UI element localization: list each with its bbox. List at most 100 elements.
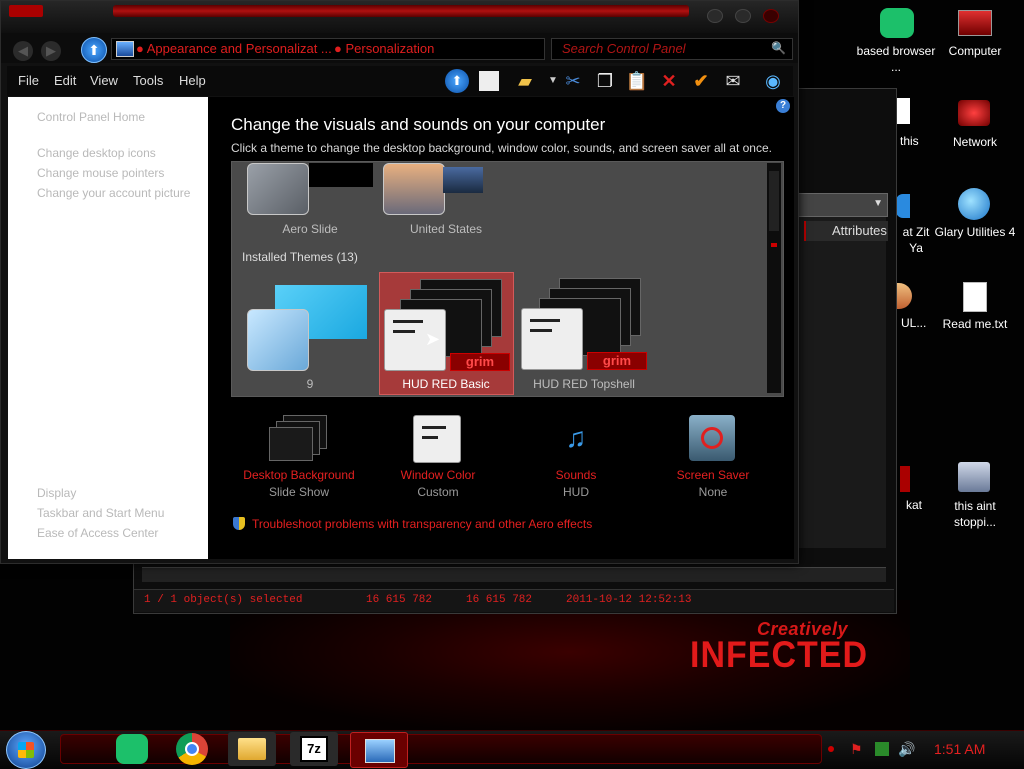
folder-icon[interactable]: ▰ (513, 69, 537, 93)
menu-file[interactable]: File (18, 73, 39, 88)
checkmark-icon[interactable]: ✔ (689, 69, 713, 93)
app-icon[interactable] (896, 194, 910, 218)
link-display[interactable]: Display (37, 486, 76, 500)
volume-icon[interactable]: 🔊 (898, 742, 915, 756)
minimize-button[interactable] (707, 9, 723, 23)
delete-icon[interactable]: ✕ (657, 69, 681, 93)
text-file-icon[interactable] (963, 282, 987, 312)
tray-dot-icon[interactable] (828, 746, 834, 752)
desktop-background-link[interactable]: Desktop Background (229, 468, 369, 482)
link-ease-of-access[interactable]: Ease of Access Center (37, 526, 158, 540)
link-taskbar-start-menu[interactable]: Taskbar and Start Menu (37, 506, 164, 520)
theme-hud-red-topshell[interactable]: grim (519, 278, 649, 378)
network-icon[interactable] (958, 100, 990, 126)
desktop-icon-label[interactable]: this (900, 134, 919, 148)
desktop-icon-label[interactable]: Glary Utilities 4 (932, 224, 1018, 240)
mail-icon[interactable]: ✉ (721, 69, 745, 93)
glary-icon[interactable] (958, 188, 990, 220)
desktop-icon-label[interactable]: this aint stoppi... (932, 498, 1018, 530)
taskbar-7zip[interactable]: 7z (290, 732, 338, 766)
column-header-attributes[interactable]: Attributes (804, 221, 888, 241)
personalization-window[interactable]: ◀ ▶ ⬆ ● Appearance and Personalizat ... … (0, 0, 799, 564)
panes-icon[interactable] (479, 71, 499, 91)
desktop-background-icon[interactable] (269, 415, 327, 461)
taskbar-control-panel[interactable] (350, 732, 408, 768)
title-bar[interactable] (1, 1, 798, 33)
desktop-icon-label[interactable]: Computer (932, 43, 1018, 59)
theme-united-states[interactable] (383, 163, 501, 215)
desktop-icon-label[interactable]: kat (906, 498, 922, 512)
status-size: 16 615 782 (366, 594, 433, 606)
action-center-flag-icon[interactable]: ⚑ (850, 742, 864, 756)
theme-label-aero-slide[interactable]: Aero Slide (245, 222, 375, 236)
link-change-desktop-icons[interactable]: Change desktop icons (37, 146, 156, 160)
theme-9[interactable] (247, 285, 369, 373)
view-dropdown[interactable]: ▼ (794, 193, 888, 217)
desktop-icon-label[interactable]: based browser ... (853, 43, 939, 75)
maximize-button[interactable] (735, 9, 751, 23)
screen-saver-icon[interactable] (689, 415, 735, 461)
theme-thumbnail-bg (309, 163, 373, 187)
chat-icon[interactable] (880, 8, 914, 38)
desktop-icon-label[interactable]: at Zit Ya (896, 224, 936, 256)
theme-label-9[interactable]: 9 (245, 377, 375, 391)
theme-aero-slide[interactable] (247, 163, 373, 215)
network-tray-icon[interactable] (875, 742, 889, 756)
search-input[interactable]: Search Control Panel (562, 41, 686, 56)
computer-icon[interactable] (958, 10, 992, 36)
menu-view[interactable]: View (90, 73, 118, 88)
start-button[interactable] (6, 731, 46, 769)
app-icon[interactable] (900, 466, 910, 492)
back-button[interactable]: ◀ (13, 41, 33, 61)
status-bar: 1 / 1 object(s) selected 16 615 782 16 6… (134, 589, 894, 612)
window-color-link[interactable]: Window Color (368, 468, 508, 482)
taskbar-file-explorer[interactable] (228, 732, 276, 766)
address-bar[interactable]: ● Appearance and Personalizat ... ● Pers… (111, 38, 545, 60)
theme-hud-red-basic[interactable]: grim ➤ HUD RED Basic (379, 272, 514, 395)
menu-edit[interactable]: Edit (54, 73, 76, 88)
paste-icon[interactable]: 📋 (625, 69, 649, 93)
desktop-background-value: Slide Show (268, 485, 330, 499)
close-button[interactable] (763, 9, 779, 23)
link-change-account-picture[interactable]: Change your account picture (37, 186, 190, 200)
cut-icon[interactable]: ✂ (561, 69, 585, 93)
title-accent-bar (113, 5, 689, 17)
desktop-icon-label[interactable]: Read me.txt (932, 316, 1018, 332)
up-folder-icon[interactable]: ⬆ (445, 69, 469, 93)
forward-button[interactable]: ▶ (41, 41, 61, 61)
up-button[interactable]: ⬆ (81, 37, 107, 63)
breadcrumb-personalization[interactable]: ● Personalization (334, 41, 434, 56)
help-icon[interactable]: ? (776, 99, 790, 113)
sounds-link[interactable]: Sounds (506, 468, 646, 482)
horizontal-scrollbar[interactable] (142, 567, 886, 582)
status-selection: 1 / 1 object(s) selected (144, 594, 303, 606)
theme-label-hud-red-topshell[interactable]: HUD RED Topshell (518, 377, 650, 393)
menu-tools[interactable]: Tools (133, 73, 163, 88)
globe-icon[interactable]: ◉ (761, 69, 785, 93)
sounds-icon[interactable]: ♫ (551, 415, 601, 461)
taskbar-chat-app[interactable] (108, 732, 156, 766)
document-icon[interactable] (896, 98, 910, 124)
link-change-mouse-pointers[interactable]: Change mouse pointers (37, 166, 164, 180)
window-color-icon[interactable] (413, 415, 461, 463)
taskbar-chrome[interactable] (168, 732, 216, 766)
taskbar-clock[interactable]: 1:51 AM (934, 741, 985, 757)
breadcrumb-appearance[interactable]: ● Appearance and Personalizat ... (136, 41, 332, 56)
search-icon[interactable]: 🔍 (771, 41, 786, 55)
theme-label-united-states[interactable]: United States (381, 222, 511, 236)
desktop-icon-label[interactable]: UL... (901, 316, 926, 330)
copy-icon[interactable]: ❐ (593, 69, 617, 93)
screen-saver-link[interactable]: Screen Saver (643, 468, 783, 482)
theme-thumbnail (247, 163, 309, 215)
theme-gallery-scrollbar[interactable] (767, 163, 781, 393)
theme-label-hud-red-basic[interactable]: HUD RED Basic (381, 377, 511, 391)
shortcut-icon[interactable] (958, 462, 990, 492)
menu-help[interactable]: Help (179, 73, 206, 88)
chrome-icon (176, 733, 208, 765)
troubleshoot-link[interactable]: Troubleshoot problems with transparency … (252, 517, 592, 531)
link-control-panel-home[interactable]: Control Panel Home (37, 110, 145, 124)
scrollbar-thumb[interactable] (769, 171, 779, 231)
folder-icon (238, 738, 266, 760)
search-box[interactable]: Search Control Panel 🔍 (551, 38, 793, 60)
desktop-icon-label[interactable]: Network (932, 134, 1018, 150)
